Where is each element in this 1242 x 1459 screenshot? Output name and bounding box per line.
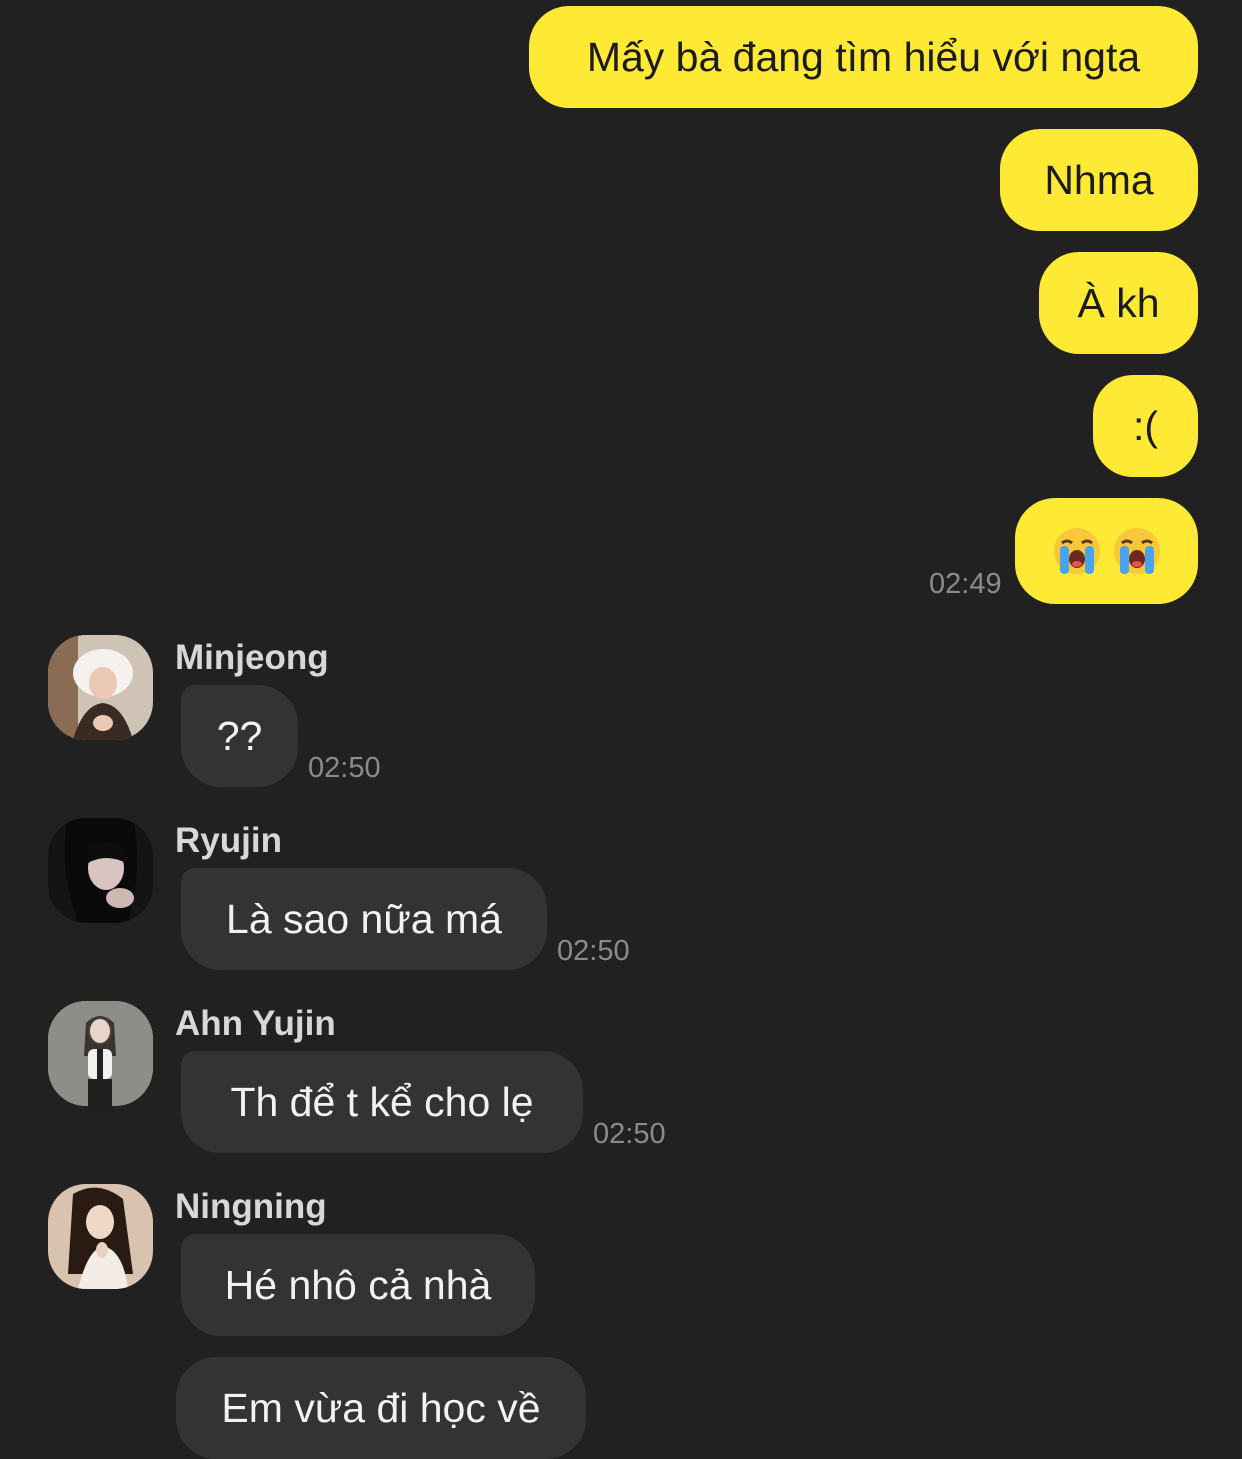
outgoing-message-bubble[interactable]: :(	[1093, 375, 1198, 477]
message-timestamp: 02:50	[308, 752, 381, 784]
incoming-message-bubble[interactable]: ??	[181, 685, 298, 787]
avatar[interactable]	[48, 1184, 153, 1289]
avatar[interactable]	[48, 1001, 153, 1106]
incoming-message-bubble[interactable]: Em vừa đi học về	[176, 1357, 586, 1459]
sender-name: Ahn Yujin	[175, 1004, 336, 1043]
outgoing-message-bubble[interactable]: Mấy bà đang tìm hiểu với ngta	[529, 6, 1198, 108]
outgoing-emoji-bubble[interactable]	[1015, 498, 1198, 604]
message-text: :(	[1132, 402, 1159, 449]
message-text: Nhma	[1044, 156, 1154, 203]
incoming-message-bubble[interactable]: Là sao nữa má	[181, 868, 547, 970]
message-text: Là sao nữa má	[226, 895, 502, 942]
message-text: Mấy bà đang tìm hiểu với ngta	[586, 33, 1141, 80]
message-timestamp: 02:49	[929, 568, 1002, 600]
outgoing-message-bubble[interactable]: À kh	[1039, 252, 1198, 354]
avatar[interactable]	[48, 635, 153, 740]
sender-name: Minjeong	[175, 638, 329, 677]
message-timestamp: 02:50	[593, 1118, 666, 1150]
sender-name: Ningning	[175, 1187, 327, 1226]
loudly-crying-face-icon	[1052, 526, 1102, 576]
message-text: Em vừa đi học về	[221, 1384, 541, 1431]
outgoing-message-bubble[interactable]: Nhma	[1000, 129, 1198, 231]
message-timestamp: 02:50	[557, 935, 630, 967]
loudly-crying-face-icon	[1112, 526, 1162, 576]
message-text: À kh	[1077, 279, 1160, 326]
incoming-message-bubble[interactable]: Hé nhô cả nhà	[181, 1234, 535, 1336]
message-text: ??	[216, 712, 263, 759]
avatar[interactable]	[48, 818, 153, 923]
sender-name: Ryujin	[175, 821, 282, 860]
message-text: Hé nhô cả nhà	[224, 1261, 492, 1308]
message-text: Th để t kể cho lẹ	[230, 1078, 534, 1125]
incoming-message-bubble[interactable]: Th để t kể cho lẹ	[181, 1051, 583, 1153]
